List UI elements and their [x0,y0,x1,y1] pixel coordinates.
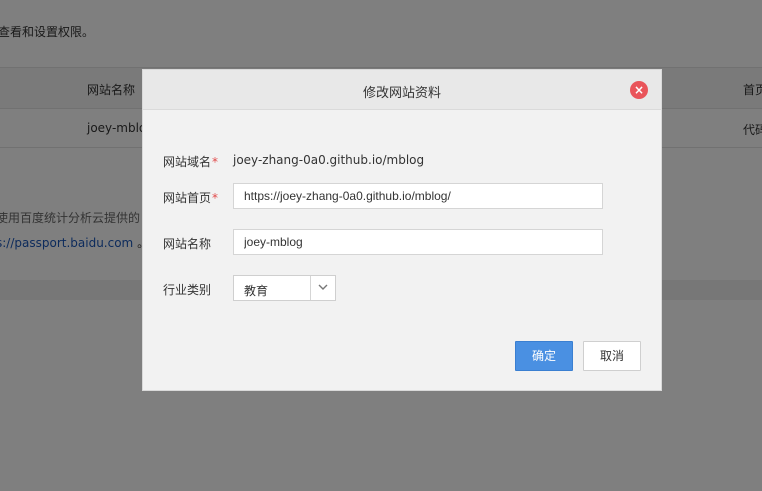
required-mark: * [212,155,219,169]
edit-site-dialog: 修改网站资料 × 网站域名* joey-zhang-0a0.github.io/… [142,69,662,391]
industry-selected-value: 教育 [244,284,269,298]
dialog-title: 修改网站资料 [362,86,441,101]
required-mark: * [212,191,219,205]
homepage-label: 网站首页* [163,191,219,205]
domain-value: joey-zhang-0a0.github.io/mblog [233,153,425,167]
industry-label: 行业类别 [163,283,212,297]
form-row-homepage: 网站首页* [163,183,643,209]
industry-select[interactable]: 教育 [233,275,336,301]
form-row-domain: 网站域名* joey-zhang-0a0.github.io/mblog [163,147,643,173]
form-row-site-name: 网站名称 [163,229,643,255]
confirm-button[interactable]: 确定 [515,341,573,371]
close-icon[interactable]: × [630,81,648,99]
form-row-industry: 行业类别 教育 [163,275,643,301]
homepage-input[interactable] [233,183,603,209]
site-name-input[interactable] [233,229,603,255]
cancel-button[interactable]: 取消 [583,341,641,371]
select-divider [310,276,311,300]
domain-label: 网站域名* [163,155,219,169]
chevron-down-icon [318,284,328,290]
site-name-label: 网站名称 [163,237,212,251]
dialog-header: 修改网站资料 × [143,70,661,110]
